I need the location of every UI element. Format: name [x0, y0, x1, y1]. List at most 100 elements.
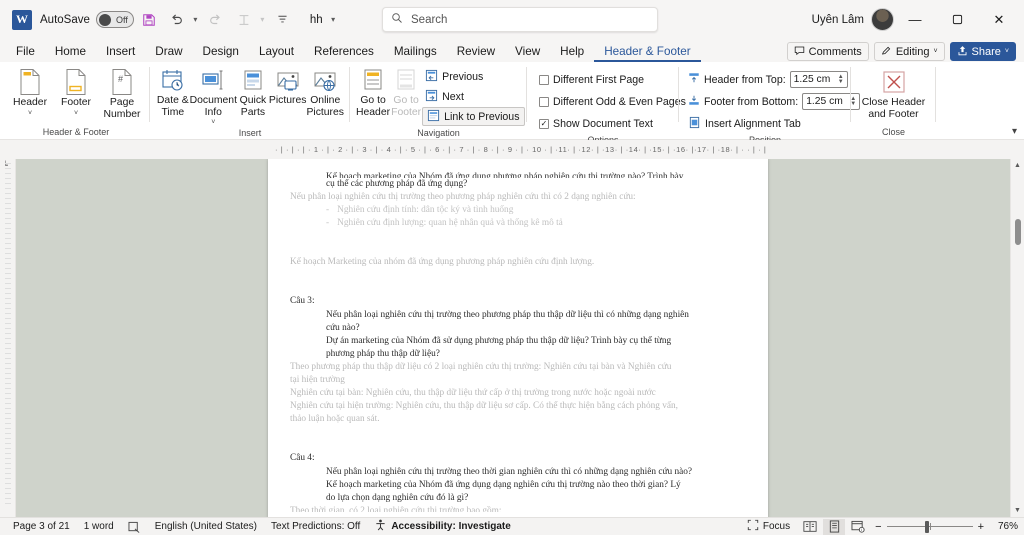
doc-line: do lựa chọn dạng nghiên cứu đó là gì?: [326, 492, 469, 503]
ribbon-group-label-insert: Insert: [238, 128, 262, 138]
zoom-slider-thumb[interactable]: [924, 520, 929, 533]
footer-button[interactable]: Footer ˅: [54, 65, 98, 117]
document-page[interactable]: Kế hoạch marketing của Nhóm đã ứng dụng …: [268, 159, 768, 517]
show-document-text-checkbox[interactable]: ✓ Show Document Text: [536, 114, 656, 133]
bullet-dash: -: [326, 205, 330, 216]
document-area: ┕ Kế hoạch marketing của Nhóm đã ứng dụn…: [0, 159, 1024, 517]
document-scroll-region[interactable]: Kế hoạch marketing của Nhóm đã ứng dụng …: [16, 159, 1024, 517]
doc-blank-line: [290, 230, 746, 243]
footer-caret-icon[interactable]: ˅: [74, 110, 78, 117]
share-caret-icon[interactable]: ˅: [1005, 48, 1009, 55]
horizontal-ruler[interactable]: · | · | · | · 1 · | · 2 · | · 3 · | · 4 …: [0, 140, 1024, 159]
tab-header-and-footer[interactable]: Header & Footer: [594, 43, 701, 62]
previous-button[interactable]: Previous: [422, 67, 524, 86]
restore-button[interactable]: [936, 0, 978, 39]
undo-dropdown-caret[interactable]: ▾: [190, 15, 201, 24]
zoom-out-button[interactable]: −: [875, 521, 881, 533]
link-to-previous-button[interactable]: Link to Previous: [422, 107, 525, 126]
language-indicator[interactable]: English (United States): [148, 521, 264, 532]
header-from-top-field[interactable]: Header from Top: 1.25 cm ▲ ▼: [685, 70, 851, 89]
document-text[interactable]: Kế hoạch marketing của Nhóm đã ứng dụng …: [268, 159, 768, 512]
tab-help[interactable]: Help: [550, 43, 594, 62]
filename-caret-icon[interactable]: ▾: [328, 15, 339, 24]
minimize-button[interactable]: —: [894, 0, 936, 39]
zoom-in-button[interactable]: +: [978, 521, 984, 533]
search-input[interactable]: Search: [382, 7, 658, 32]
tab-file[interactable]: File: [6, 43, 45, 62]
comments-label: Comments: [808, 45, 862, 58]
word-count[interactable]: 1 word: [77, 521, 121, 532]
text-predictions-indicator[interactable]: Text Predictions: Off: [264, 521, 367, 532]
autosave-state: Off: [116, 14, 128, 25]
scroll-up-arrow-icon[interactable]: ▲: [1014, 159, 1021, 172]
status-bar-right: Focus i − + 76%: [740, 518, 1018, 535]
online-pictures-button[interactable]: Online Pictures: [306, 65, 344, 118]
read-mode-icon[interactable]: [799, 519, 821, 535]
proofing-errors-icon[interactable]: [121, 521, 148, 533]
save-icon[interactable]: [136, 7, 162, 33]
close-header-and-footer-button[interactable]: Close Header and Footer: [858, 65, 930, 120]
focus-button[interactable]: Focus: [740, 519, 797, 534]
header-caret-icon[interactable]: ˅: [28, 110, 32, 117]
document-filename[interactable]: hh ▾: [310, 14, 339, 26]
tab-insert[interactable]: Insert: [96, 43, 145, 62]
chevron-down-icon[interactable]: ▾: [1012, 126, 1017, 137]
autosave-toggle[interactable]: Off: [95, 11, 134, 28]
pictures-label: Pictures: [268, 95, 307, 106]
accessibility-indicator[interactable]: Accessibility: Investigate: [367, 519, 518, 534]
different-first-page-checkbox[interactable]: Different First Page: [536, 70, 647, 89]
vertical-scrollbar[interactable]: ▲ ▼: [1010, 159, 1024, 517]
print-layout-icon[interactable]: [823, 518, 846, 535]
tab-design[interactable]: Design: [193, 43, 249, 62]
close-button[interactable]: ✕: [978, 0, 1020, 39]
web-layout-icon[interactable]: i: [847, 519, 869, 535]
footer-from-bottom-icon: [688, 94, 700, 109]
doc-line-bullet: - Nghiên cứu định tính: dân tộc ký và tìn…: [326, 204, 746, 217]
page-indicator[interactable]: Page 3 of 21: [6, 521, 77, 532]
avatar[interactable]: [871, 8, 894, 31]
different-odd-even-pages-checkbox[interactable]: Different Odd & Even Pages: [536, 92, 689, 111]
footer-from-bottom-field[interactable]: Footer from Bottom: 1.25 cm ▲ ▼: [685, 92, 863, 111]
tab-view[interactable]: View: [505, 43, 550, 62]
tab-review[interactable]: Review: [447, 43, 505, 62]
go-to-header-button[interactable]: Go to Header: [356, 65, 390, 118]
scroll-down-arrow-icon[interactable]: ▼: [1014, 504, 1021, 517]
zoom-slider[interactable]: − +: [871, 521, 988, 533]
close-header-and-footer-label: Close Header and Footer: [861, 97, 926, 120]
document-info-button[interactable]: Document Info ˅: [190, 65, 237, 126]
header-from-top-input[interactable]: 1.25 cm ▲ ▼: [789, 71, 848, 88]
zoom-slider-track[interactable]: [886, 520, 973, 533]
doc-line: Câu 4:: [290, 453, 315, 464]
share-button[interactable]: Share ˅: [949, 42, 1016, 61]
quick-parts-button[interactable]: Quick Parts: [237, 65, 269, 118]
vertical-ruler[interactable]: ┕: [0, 159, 16, 517]
search-icon: [391, 11, 403, 29]
tab-draw[interactable]: Draw: [145, 43, 192, 62]
customize-quick-access-icon[interactable]: [270, 7, 296, 33]
document-info-caret-icon[interactable]: ˅: [211, 119, 215, 126]
editing-mode-button[interactable]: Editing ˅: [873, 42, 945, 61]
page-number-icon: #: [109, 68, 135, 96]
accessibility-label: Accessibility: Investigate: [391, 521, 511, 532]
comments-button[interactable]: Comments: [786, 42, 869, 61]
quick-parts-icon: [240, 68, 266, 94]
navigation-small-items: Previous Next Link to Previous: [422, 65, 525, 126]
scrollbar-thumb[interactable]: [1015, 219, 1021, 245]
header-button[interactable]: Header ˅: [8, 65, 52, 117]
tab-mailings[interactable]: Mailings: [384, 43, 447, 62]
insert-alignment-tab-button[interactable]: Insert Alignment Tab: [685, 114, 804, 133]
zoom-level[interactable]: 76%: [990, 521, 1018, 532]
editing-caret-icon[interactable]: ˅: [933, 48, 937, 55]
account-name[interactable]: Uyên Lâm: [812, 14, 864, 26]
tab-references[interactable]: References: [304, 43, 384, 62]
undo-icon[interactable]: [164, 7, 190, 33]
tab-layout[interactable]: Layout: [249, 43, 304, 62]
date-and-time-button[interactable]: Date & Time: [156, 65, 190, 118]
pictures-button[interactable]: Pictures: [268, 65, 307, 107]
next-button[interactable]: Next: [422, 87, 524, 106]
page-number-button[interactable]: # Page Number: [100, 65, 144, 120]
spinner-arrows-icon[interactable]: ▲ ▼: [838, 74, 844, 85]
doc-blank-line: [290, 439, 746, 452]
doc-line: phương pháp thu thập dữ liệu?: [326, 348, 440, 359]
tab-home[interactable]: Home: [45, 43, 96, 62]
